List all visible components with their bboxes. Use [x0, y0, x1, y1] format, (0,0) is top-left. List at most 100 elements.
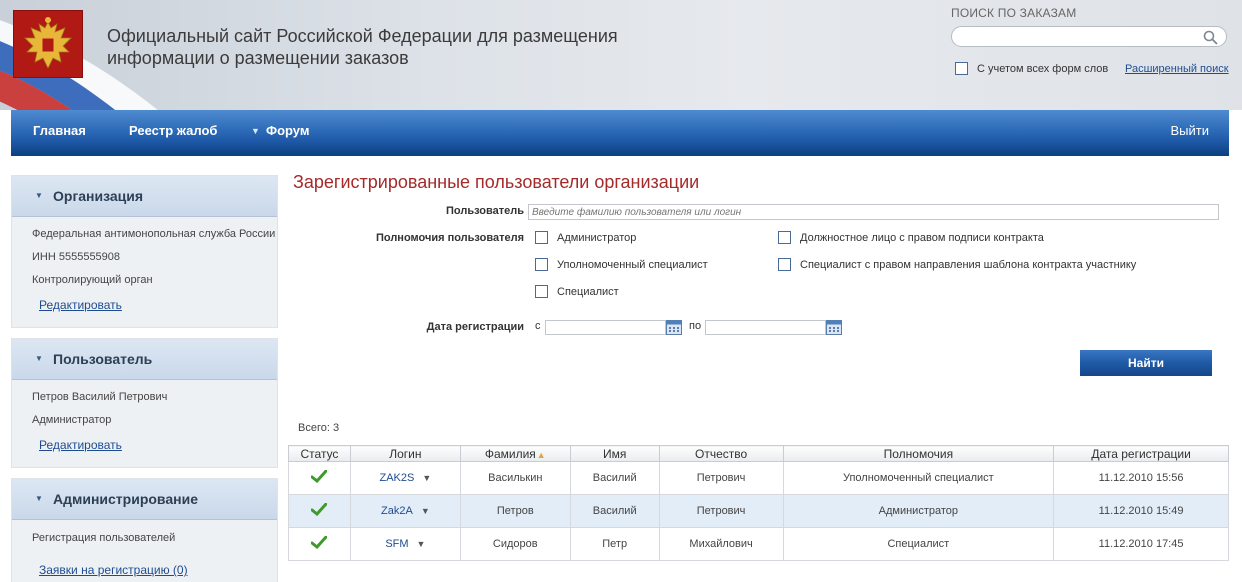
- chevron-down-icon[interactable]: ▼: [417, 539, 426, 549]
- user-filter-label: Пользователь: [445, 205, 524, 217]
- search-input[interactable]: [962, 29, 1202, 45]
- cell-role: Уполномоченный специалист: [782, 461, 1055, 495]
- table-row[interactable]: Zak2A ▼ Петров Василий Петрович Администр…: [288, 494, 1229, 528]
- org-inn: ИНН 5555555908: [32, 251, 121, 263]
- perm-template-label: Специалист с правом направления шаблона …: [800, 258, 1137, 271]
- chevron-down-icon[interactable]: ▼: [422, 473, 431, 483]
- perm-template-checkbox[interactable]: [778, 258, 791, 271]
- org-name: Федеральная антимонопольная служба Росси…: [32, 228, 276, 240]
- collapse-arrow-icon: ▼: [35, 354, 43, 363]
- nav-home[interactable]: Главная: [33, 123, 86, 138]
- perm-admin-option: Администратор: [535, 231, 636, 244]
- logout-button[interactable]: Выйти: [1171, 123, 1210, 138]
- perm-admin-checkbox[interactable]: [535, 231, 548, 244]
- edit-user-link[interactable]: Редактировать: [39, 438, 122, 452]
- check-icon: [310, 469, 328, 484]
- date-to-input[interactable]: [705, 320, 826, 335]
- sort-asc-icon: ▲: [536, 449, 546, 460]
- user-registration-item[interactable]: Регистрация пользователей: [32, 532, 175, 544]
- administration-panel-header[interactable]: ▼ Администрирование: [12, 479, 277, 520]
- word-forms-checkbox[interactable]: [955, 62, 968, 75]
- search-label: ПОИСК ПО ЗАКАЗАМ: [951, 6, 1077, 20]
- perm-authorized-checkbox[interactable]: [535, 258, 548, 271]
- col-permissions[interactable]: Полномочия: [782, 445, 1055, 462]
- cell-patronymic: Петрович: [658, 494, 784, 528]
- cell-patronymic: Петрович: [658, 461, 784, 495]
- date-from-label: с: [535, 320, 541, 332]
- perm-signer-label: Должностное лицо с правом подписи контра…: [800, 231, 1044, 244]
- edit-organization-link[interactable]: Редактировать: [39, 298, 122, 312]
- table-row[interactable]: ZAK2S ▼ Василькин Василий Петрович Уполно…: [288, 461, 1229, 495]
- table-row[interactable]: SFM ▼ Сидоров Петр Михайлович Специалист …: [288, 527, 1229, 561]
- date-to-label: по: [689, 320, 702, 332]
- col-surname[interactable]: Фамилия▲: [459, 445, 571, 462]
- users-table: Статус Логин Фамилия▲ Имя Отчество Полно…: [288, 445, 1229, 561]
- cell-name: Петр: [569, 527, 660, 561]
- cell-role: Администратор: [782, 494, 1055, 528]
- user-panel-header[interactable]: ▼ Пользователь: [12, 339, 277, 380]
- cell-patronymic: Михайлович: [658, 527, 784, 561]
- login-link[interactable]: Zak2A: [381, 505, 413, 517]
- main-navbar: Главная Реестр жалоб ▼ Форум Выйти: [11, 110, 1229, 156]
- organization-panel: ▼ Организация Федеральная антимонопольна…: [11, 175, 278, 328]
- organization-panel-title: Организация: [53, 188, 144, 204]
- chevron-down-icon[interactable]: ▼: [421, 506, 430, 516]
- check-icon: [310, 535, 328, 550]
- col-name[interactable]: Имя: [569, 445, 660, 462]
- cell-name: Василий: [569, 494, 660, 528]
- total-count: Всего: 3: [298, 422, 340, 434]
- calendar-icon[interactable]: [666, 320, 682, 335]
- administration-panel-title: Администрирование: [53, 491, 198, 507]
- user-panel-title: Пользователь: [53, 351, 153, 367]
- search-icon[interactable]: [1203, 30, 1218, 45]
- search-box: [951, 26, 1227, 47]
- org-type: Контролирующий орган: [32, 274, 153, 286]
- user-role: Администратор: [32, 414, 112, 426]
- calendar-icon[interactable]: [826, 320, 842, 335]
- cell-name: Василий: [569, 461, 660, 495]
- table-header-row: Статус Логин Фамилия▲ Имя Отчество Полно…: [288, 445, 1229, 462]
- registration-requests-link[interactable]: Заявки на регистрацию (0): [39, 563, 188, 577]
- site-header: Официальный сайт Российской Федерации дл…: [0, 0, 1242, 110]
- cell-surname: Петров: [459, 494, 571, 528]
- perm-template-option: Специалист с правом направления шаблона …: [778, 258, 1136, 271]
- user-panel: ▼ Пользователь Петров Василий Петрович А…: [11, 338, 278, 468]
- permissions-label: Полномочия пользователя: [375, 232, 524, 244]
- word-forms-label: С учетом всех форм слов: [977, 62, 1109, 75]
- find-button[interactable]: Найти: [1080, 350, 1212, 376]
- nav-complaints-registry[interactable]: Реестр жалоб: [129, 123, 217, 138]
- cell-date: 11.12.2010 15:49: [1053, 494, 1229, 528]
- col-login[interactable]: Логин: [349, 445, 461, 462]
- russian-emblem-icon: [13, 10, 83, 78]
- reg-date-label: Дата регистрации: [426, 321, 524, 333]
- site-title: Официальный сайт Российской Федерации дл…: [107, 26, 618, 68]
- nav-forum[interactable]: Форум: [266, 123, 309, 138]
- col-status[interactable]: Статус: [288, 445, 351, 462]
- perm-admin-label: Администратор: [557, 231, 637, 244]
- word-forms-option: С учетом всех форм слов: [955, 62, 1108, 75]
- user-full-name: Петров Василий Петрович: [32, 391, 168, 403]
- perm-specialist-option: Специалист: [535, 285, 619, 298]
- col-patronymic[interactable]: Отчество: [658, 445, 784, 462]
- check-icon: [310, 502, 328, 517]
- cell-date: 11.12.2010 17:45: [1053, 527, 1229, 561]
- administration-panel: ▼ Администрирование Регистрация пользова…: [11, 478, 278, 582]
- col-reg-date[interactable]: Дата регистрации: [1053, 445, 1229, 462]
- cell-surname: Василькин: [459, 461, 571, 495]
- perm-authorized-option: Уполномоченный специалист: [535, 258, 708, 271]
- perm-authorized-label: Уполномоченный специалист: [557, 258, 708, 271]
- login-link[interactable]: ZAK2S: [380, 472, 415, 484]
- login-link[interactable]: SFM: [385, 538, 408, 550]
- perm-specialist-checkbox[interactable]: [535, 285, 548, 298]
- page-title: Зарегистрированные пользователи организа…: [293, 172, 700, 192]
- cell-date: 11.12.2010 15:56: [1053, 461, 1229, 495]
- perm-specialist-label: Специалист: [557, 285, 619, 298]
- perm-signer-checkbox[interactable]: [778, 231, 791, 244]
- chevron-down-icon[interactable]: ▼: [251, 126, 260, 136]
- user-search-input[interactable]: [528, 204, 1219, 220]
- perm-signer-option: Должностное лицо с правом подписи контра…: [778, 231, 1044, 244]
- collapse-arrow-icon: ▼: [35, 494, 43, 503]
- date-from-input[interactable]: [545, 320, 666, 335]
- organization-panel-header[interactable]: ▼ Организация: [12, 176, 277, 217]
- advanced-search-link[interactable]: Расширенный поиск: [1125, 63, 1229, 75]
